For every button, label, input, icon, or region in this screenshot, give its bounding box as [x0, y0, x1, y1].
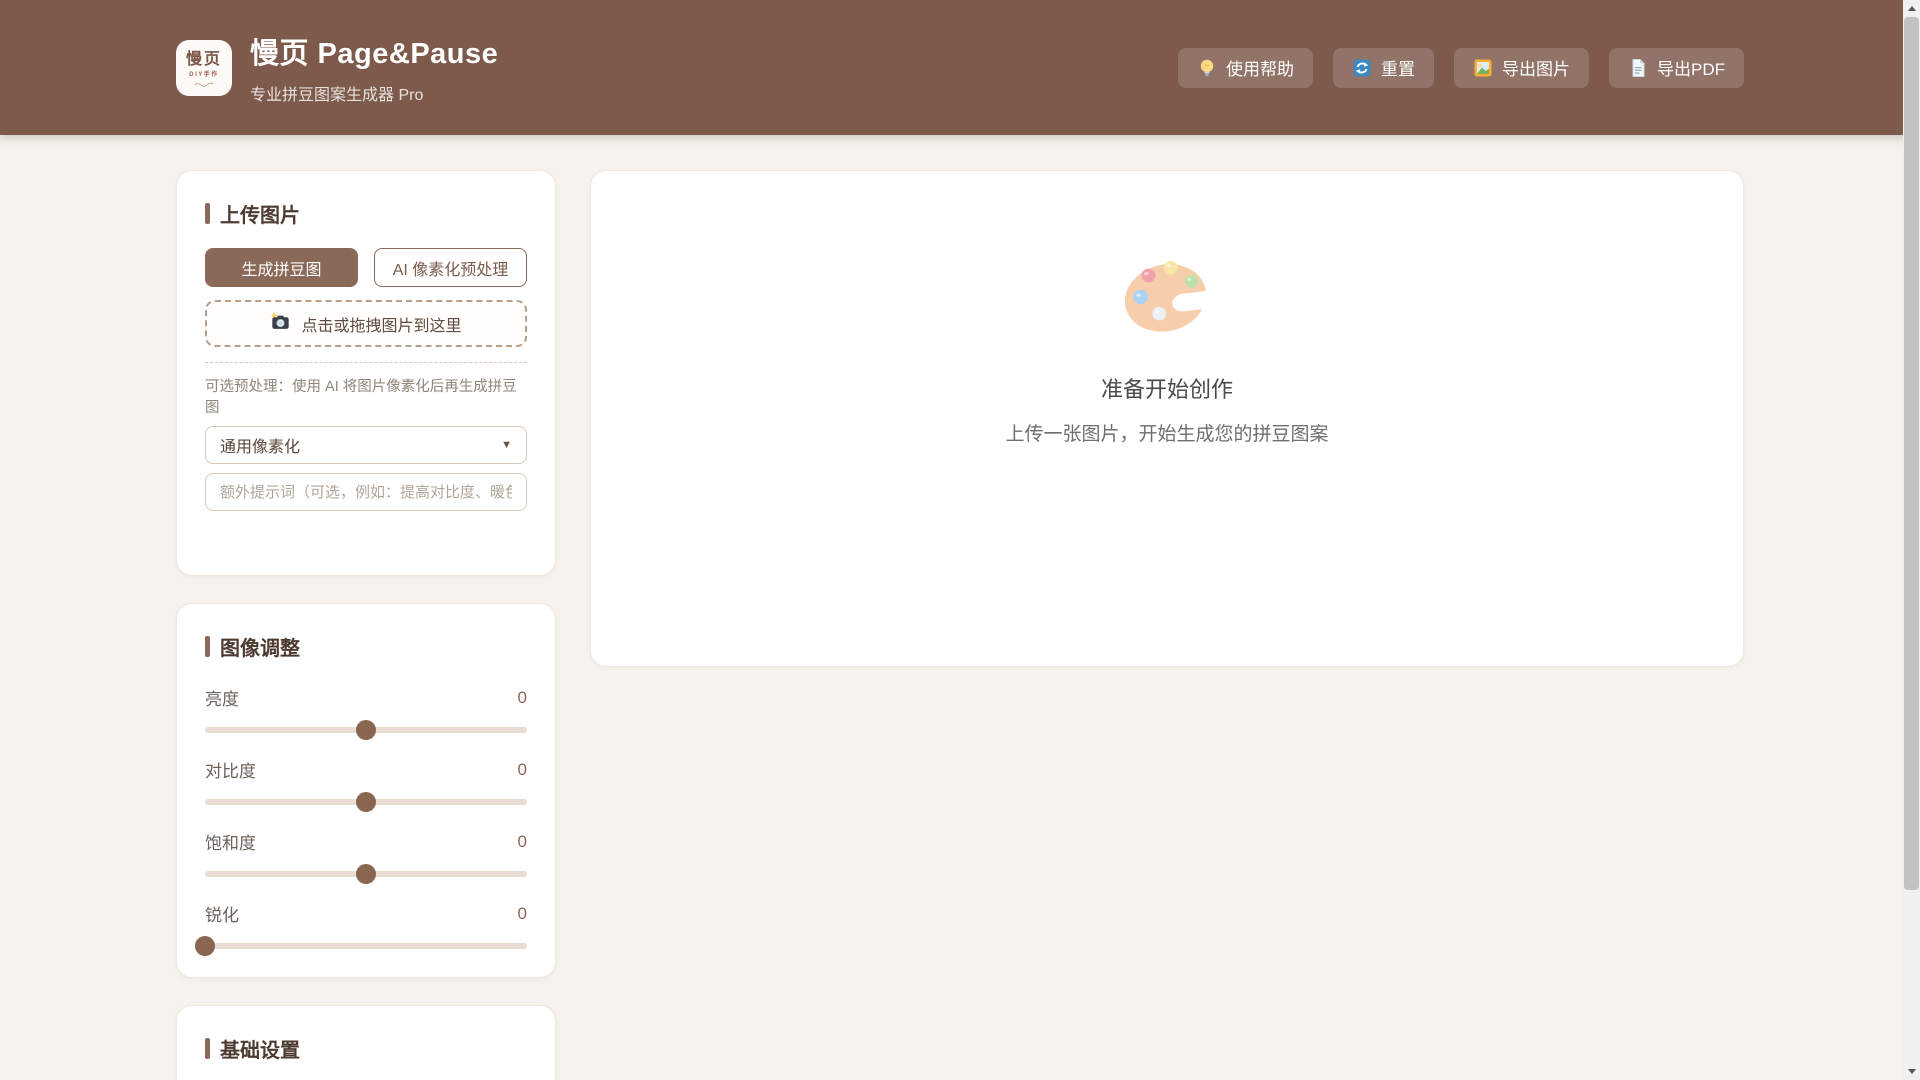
sharpen-slider-thumb[interactable] — [195, 936, 215, 956]
reset-button-label: 重置 — [1381, 60, 1415, 79]
preprocess-hint: 可选预处理：使用 AI 将图片像素化后再生成拼豆图 — [205, 379, 517, 416]
basic-section-title: 基础设置 — [205, 1034, 527, 1063]
vertical-scrollbar[interactable] — [1903, 0, 1920, 1080]
logo-squiggle — [194, 82, 214, 87]
sharpen-value: 0 — [517, 903, 527, 923]
reset-button[interactable]: 重置 — [1333, 47, 1434, 88]
pixelate-style-select[interactable]: 通用像素化 ▼ — [205, 426, 527, 464]
export-pdf-icon — [1628, 58, 1648, 78]
reset-icon — [1352, 58, 1372, 78]
empty-state-subtitle: 上传一张图片，开始生成您的拼豆图案 — [1005, 424, 1329, 445]
upload-section-title: 上传图片 — [205, 199, 527, 228]
brand: 慢页 DIY手作 慢页 Page&Pause 专业拼豆图案生成器 Pro — [176, 30, 498, 105]
app-header: 慢页 DIY手作 慢页 Page&Pause 专业拼豆图案生成器 Pro 使用帮… — [0, 0, 1920, 135]
brightness-value: 0 — [517, 687, 527, 707]
export-image-button[interactable]: 导出图片 — [1454, 47, 1589, 88]
chevron-down-icon: ▼ — [501, 439, 512, 451]
brightness-slider-track[interactable] — [205, 720, 527, 740]
section-accent-bar — [205, 1038, 210, 1059]
saturation-value: 0 — [517, 831, 527, 851]
brightness-slider-thumb[interactable] — [356, 720, 376, 740]
page-subtitle: 专业拼豆图案生成器 Pro — [250, 87, 424, 104]
adjust-section-title: 图像调整 — [205, 632, 527, 661]
adjust-section-title-text: 图像调整 — [220, 638, 300, 660]
upload-mode-tabs: 生成拼豆图 AI 像素化预处理 — [205, 248, 527, 287]
contrast-label: 对比度 — [205, 762, 256, 781]
section-accent-bar — [205, 203, 210, 224]
export-pdf-button-label: 导出PDF — [1657, 60, 1725, 79]
logo-title: 慢页 — [185, 50, 222, 68]
app-logo: 慢页 DIY手作 — [176, 39, 232, 96]
contrast-slider-track[interactable] — [205, 792, 527, 812]
saturation-slider-group: 饱和度 0 — [205, 829, 527, 884]
dropzone-label: 点击或拖拽图片到这里 — [301, 317, 462, 335]
saturation-label: 饱和度 — [205, 834, 256, 853]
sharpen-slider-track[interactable] — [195, 936, 527, 956]
saturation-slider-track[interactable] — [205, 864, 527, 884]
brightness-label: 亮度 — [205, 690, 239, 709]
basic-settings-card: 基础设置 画布尺寸 — [176, 1005, 556, 1080]
palette-icon — [591, 253, 1743, 344]
page-title: 慢页 Page&Pause — [250, 38, 499, 70]
section-accent-bar — [205, 636, 210, 657]
upload-card: 上传图片 生成拼豆图 AI 像素化预处理 点击或拖拽图片到这里 可选预处理：使用… — [176, 170, 556, 576]
contrast-value: 0 — [517, 759, 527, 779]
lightbulb-icon — [1197, 58, 1217, 78]
tab-ai-pixelate-preprocess[interactable]: AI 像素化预处理 — [374, 248, 527, 287]
scroll-up-arrow[interactable] — [1903, 0, 1920, 17]
brand-text: 慢页 Page&Pause 专业拼豆图案生成器 Pro — [250, 30, 498, 105]
sharpen-label: 锐化 — [205, 906, 239, 925]
camera-icon — [270, 311, 291, 337]
header-actions: 使用帮助 重置 导出图片 导出PDF — [1178, 47, 1744, 88]
logo-subtitle: DIY手作 — [189, 71, 219, 78]
tab-generate-bead-pattern[interactable]: 生成拼豆图 — [205, 248, 358, 287]
contrast-slider-group: 对比度 0 — [205, 757, 527, 812]
image-dropzone[interactable]: 点击或拖拽图片到这里 — [205, 300, 527, 347]
saturation-slider-thumb[interactable] — [356, 864, 376, 884]
export-image-icon — [1473, 58, 1493, 78]
basic-section-title-text: 基础设置 — [220, 1040, 300, 1062]
brightness-slider-group: 亮度 0 — [205, 685, 527, 740]
upload-section-title-text: 上传图片 — [220, 205, 300, 227]
scroll-down-arrow[interactable] — [1903, 1063, 1920, 1080]
export-image-button-label: 导出图片 — [1502, 60, 1570, 79]
preview-panel: 准备开始创作 上传一张图片，开始生成您的拼豆图案 — [590, 170, 1744, 667]
help-button[interactable]: 使用帮助 — [1178, 47, 1313, 88]
settings-sidebar: 上传图片 生成拼豆图 AI 像素化预处理 点击或拖拽图片到这里 可选预处理：使用… — [176, 170, 556, 1080]
image-adjust-card: 图像调整 亮度 0 对比度 0 饱和度 0 锐化 0 — [176, 603, 556, 978]
help-button-label: 使用帮助 — [1226, 60, 1294, 79]
extra-prompt-input[interactable] — [205, 473, 527, 511]
dashed-divider — [205, 362, 527, 363]
empty-state-title: 准备开始创作 — [1100, 377, 1233, 402]
sharpen-slider-group: 锐化 0 — [195, 901, 527, 956]
export-pdf-button[interactable]: 导出PDF — [1609, 47, 1744, 88]
scrollbar-thumb[interactable] — [1904, 17, 1919, 890]
contrast-slider-thumb[interactable] — [356, 792, 376, 812]
pixelate-style-select-value: 通用像素化 — [220, 439, 301, 456]
